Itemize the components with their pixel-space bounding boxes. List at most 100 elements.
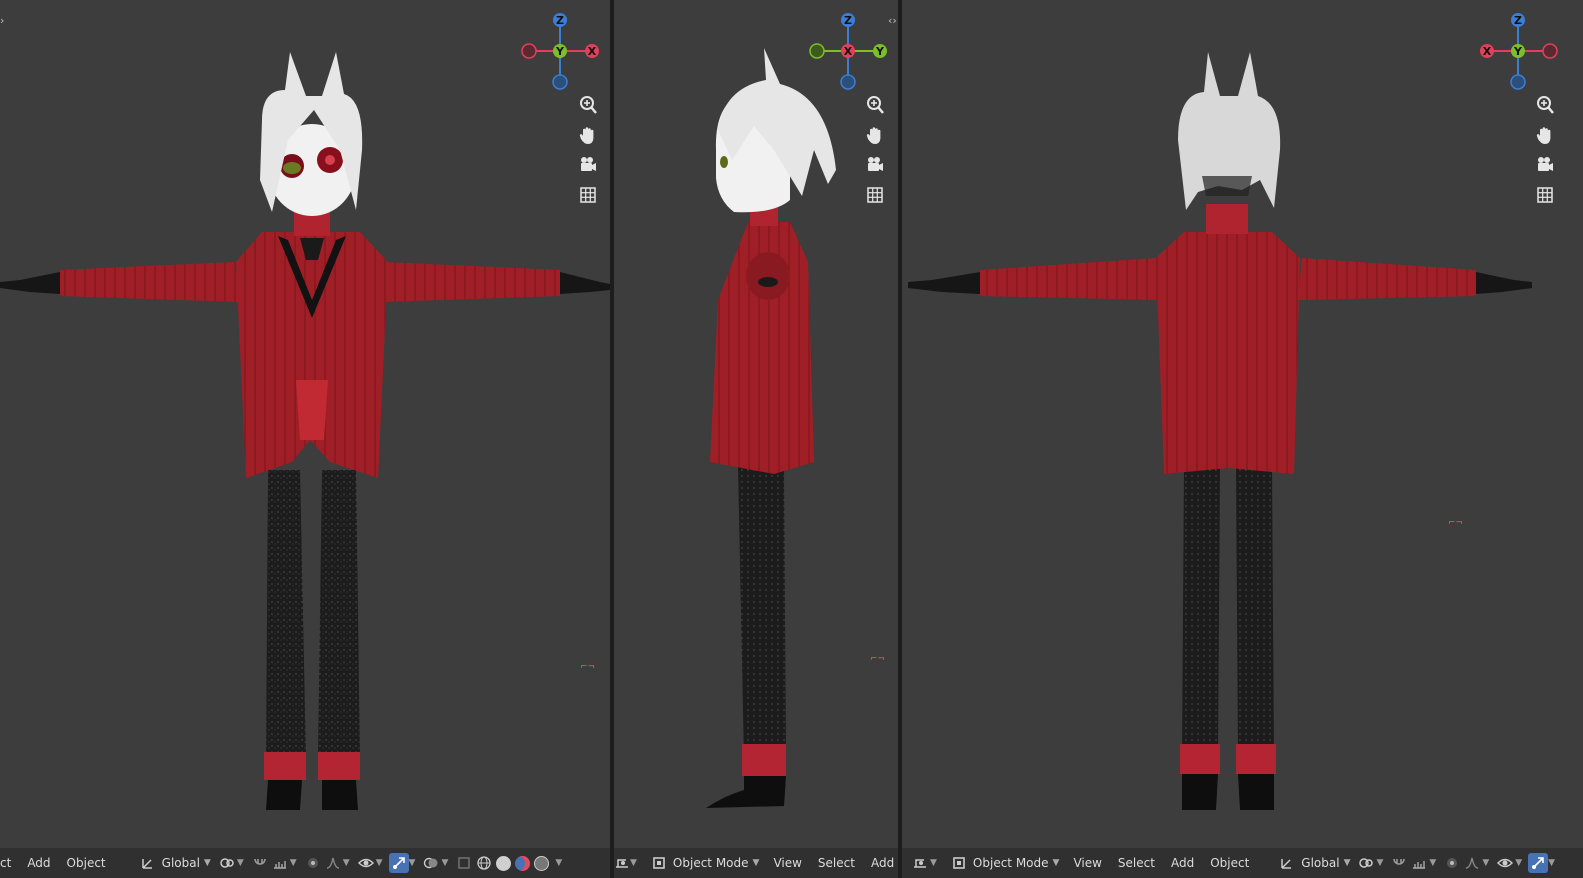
chevron-down-icon[interactable]: ▼ <box>290 858 297 868</box>
object-mode-icon <box>649 853 669 873</box>
area-split-arrow[interactable]: › <box>0 14 4 28</box>
view-menu[interactable]: View <box>765 854 809 872</box>
chevron-down-icon[interactable]: ▼ <box>1376 858 1383 868</box>
grid-icon[interactable] <box>1532 182 1558 208</box>
xray-icon[interactable] <box>454 853 474 873</box>
editor-type-icon[interactable] <box>910 853 930 873</box>
grid-icon[interactable] <box>575 182 601 208</box>
character-front-model <box>0 52 610 810</box>
view-menu[interactable]: View <box>1065 854 1109 872</box>
snap-increment-icon[interactable] <box>1409 853 1429 873</box>
gizmo-z-label: Z <box>556 14 564 27</box>
chevron-down-icon: ▼ <box>752 858 760 868</box>
gizmo-z-label: Z <box>1514 14 1522 27</box>
select-menu[interactable]: Select <box>1110 854 1163 872</box>
pivot-point-icon[interactable] <box>1356 853 1376 873</box>
hand-pan-icon[interactable] <box>575 122 601 148</box>
proportional-editing-icon[interactable] <box>303 853 323 873</box>
chevron-down-icon[interactable]: ▼ <box>1482 858 1489 868</box>
viewport-header-back: ▼ Object Mode ▼ View Select Add Object G… <box>902 848 1583 878</box>
character-back-model <box>908 52 1532 810</box>
editor-type-icon[interactable] <box>614 853 630 873</box>
zoom-icon[interactable] <box>575 92 601 118</box>
overlays-icon[interactable] <box>421 853 441 873</box>
chevron-down-icon[interactable]: ▼ <box>409 858 416 868</box>
navigation-gizmo[interactable]: Z Y X <box>512 8 610 98</box>
camera-icon[interactable] <box>862 152 888 178</box>
hand-pan-icon[interactable] <box>1532 122 1558 148</box>
camera-icon[interactable] <box>1532 152 1558 178</box>
mode-label: Object Mode <box>972 856 1049 870</box>
orientation-label: Global <box>1301 856 1340 870</box>
add-menu[interactable]: Add <box>863 854 898 872</box>
falloff-icon[interactable] <box>323 853 343 873</box>
pivot-point-icon[interactable] <box>217 853 237 873</box>
viewport-header-side: ▼ Object Mode ▼ View Select Add <box>614 848 898 878</box>
gizmo-center-label: X <box>844 45 853 58</box>
orientation-icon <box>1277 853 1297 873</box>
chevron-down-icon[interactable]: ▼ <box>343 858 350 868</box>
snap-icon[interactable] <box>1389 853 1409 873</box>
chevron-down-icon[interactable]: ▼ <box>630 858 637 868</box>
proportional-editing-icon[interactable] <box>1442 853 1462 873</box>
snap-icon[interactable] <box>250 853 270 873</box>
viewport-header-front: ct Add Object Global ▼ ▼ ▼ ▼ ▼ ▼ ▼ ▼ <box>0 848 610 878</box>
hand-pan-icon[interactable] <box>862 122 888 148</box>
chevron-down-icon[interactable]: ▼ <box>441 858 448 868</box>
chevron-down-icon[interactable]: ▼ <box>237 858 244 868</box>
add-menu[interactable]: Add <box>1163 854 1202 872</box>
material-preview-icon[interactable] <box>515 855 531 871</box>
visibility-eye-icon[interactable] <box>356 853 376 873</box>
navigation-gizmo[interactable]: Z Y X <box>1470 8 1570 98</box>
chevron-down-icon[interactable]: ▼ <box>1548 858 1555 868</box>
camera-icon[interactable] <box>575 152 601 178</box>
chevron-down-icon: ▼ <box>1343 858 1351 868</box>
viewport-side[interactable]: Z X Y ‹› ‹› ⌐¬ ▼ Object Mode ▼ View Sele… <box>614 0 898 878</box>
falloff-icon[interactable] <box>1462 853 1482 873</box>
chevron-down-icon[interactable]: ▼ <box>376 858 383 868</box>
mode-dropdown[interactable]: Object Mode ▼ <box>943 851 1066 875</box>
gizmo-center-label: Y <box>1513 45 1523 58</box>
transform-orientation-dropdown[interactable]: Global ▼ <box>132 851 217 875</box>
snap-increment-icon[interactable] <box>270 853 290 873</box>
add-menu[interactable]: Add <box>19 854 58 872</box>
mode-dropdown[interactable]: Object Mode ▼ <box>643 851 766 875</box>
mode-label: Object Mode <box>672 856 749 870</box>
select-menu[interactable]: Select <box>810 854 863 872</box>
transform-orientation-dropdown[interactable]: Global ▼ <box>1271 851 1356 875</box>
gizmo-y-label: Y <box>875 45 885 58</box>
rendered-shading-icon[interactable] <box>534 855 550 871</box>
object-menu[interactable]: Object <box>59 854 114 872</box>
chevron-down-icon[interactable]: ▼ <box>1429 858 1436 868</box>
solid-shading-icon[interactable] <box>496 855 512 871</box>
viewport-front[interactable]: Z Y X › ⌐¬ ct Add Object Global ▼ ▼ ▼ ▼ <box>0 0 610 878</box>
gizmo-z-label: Z <box>844 14 852 27</box>
object-mode-icon <box>949 853 969 873</box>
zoom-icon[interactable] <box>1532 92 1558 118</box>
gizmo-toggle-icon[interactable] <box>388 853 409 873</box>
select-menu[interactable]: ct <box>0 854 19 872</box>
chevron-down-icon[interactable]: ▼ <box>930 858 937 868</box>
chevron-down-icon: ▼ <box>1052 858 1060 868</box>
navigation-gizmo[interactable]: Z X Y <box>800 8 898 98</box>
gizmo-x-label: X <box>588 45 597 58</box>
gizmo-x-label: X <box>1483 45 1492 58</box>
orientation-label: Global <box>161 856 200 870</box>
visibility-eye-icon[interactable] <box>1495 853 1515 873</box>
3d-cursor-icon: ⌐¬ <box>580 662 596 672</box>
gizmo-toggle-icon[interactable] <box>1528 853 1549 873</box>
gizmo-center-label: Y <box>555 45 565 58</box>
chevron-down-icon[interactable]: ▼ <box>1515 858 1522 868</box>
grid-icon[interactable] <box>862 182 888 208</box>
3d-cursor-icon: ⌐¬ <box>1448 518 1464 528</box>
3d-cursor-icon: ⌐¬ <box>870 654 886 664</box>
orientation-icon <box>138 853 158 873</box>
wireframe-shading-icon[interactable] <box>474 853 494 873</box>
object-menu[interactable]: Object <box>1202 854 1257 872</box>
area-split-arrow[interactable]: ‹› <box>888 14 897 28</box>
chevron-down-icon[interactable]: ▼ <box>555 858 562 868</box>
character-side-model <box>706 48 836 808</box>
chevron-down-icon: ▼ <box>203 858 211 868</box>
viewport-back[interactable]: Z Y X ⌐¬ ▼ Object Mode ▼ View Select Add… <box>902 0 1583 878</box>
zoom-icon[interactable] <box>862 92 888 118</box>
